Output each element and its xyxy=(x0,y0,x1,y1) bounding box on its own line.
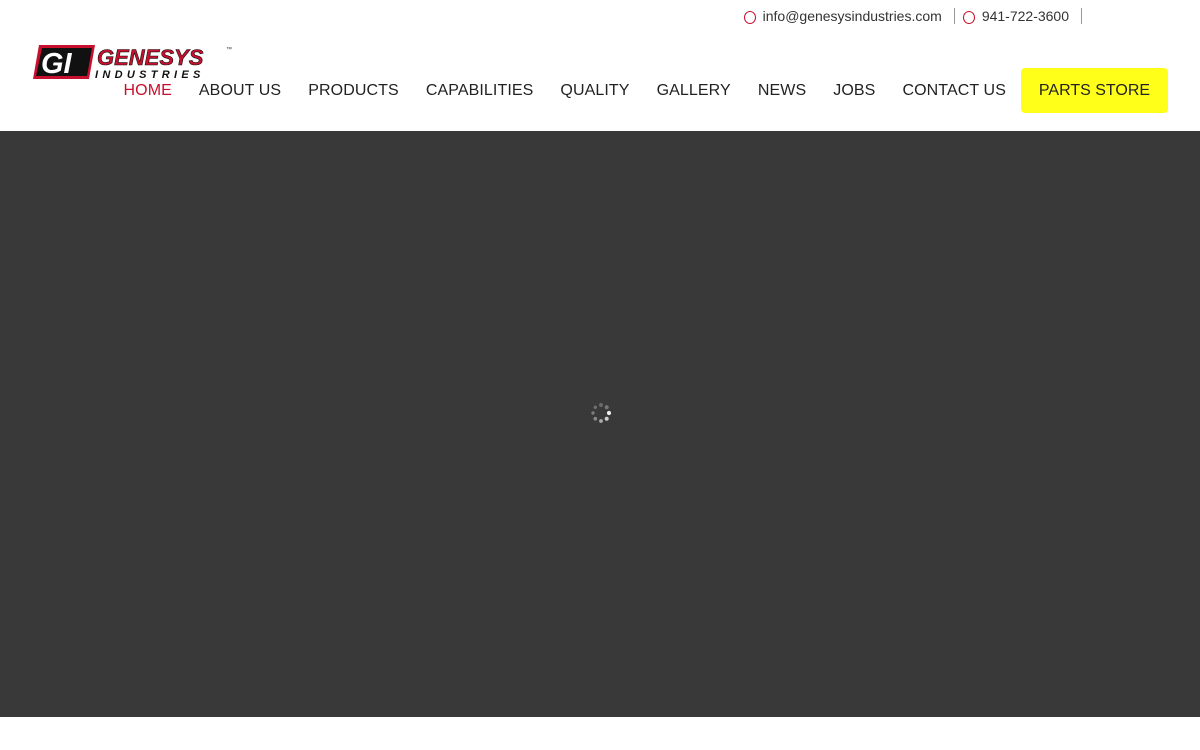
nav-about-us[interactable]: ABOUT US xyxy=(185,68,294,113)
contact-divider xyxy=(953,8,955,24)
nav-home[interactable]: HOME xyxy=(110,68,185,113)
phone-text: 941-722-3600 xyxy=(981,8,1069,24)
logo-name: GENESYS xyxy=(97,45,204,70)
nav-capabilities[interactable]: CAPABILITIES xyxy=(412,68,547,113)
parts-store-button[interactable]: PARTS STORE xyxy=(1021,68,1168,113)
nav-quality[interactable]: QUALITY xyxy=(547,68,643,113)
contact-divider xyxy=(1081,8,1082,24)
logo-trademark: ™ xyxy=(226,46,232,53)
phone-icon xyxy=(962,10,975,24)
top-contact-bar: info@genesysindustries.com 941-722-3600 xyxy=(743,6,1200,26)
page: GI GENESYS ™ INDUSTRIES info@genesysindu… xyxy=(0,0,1200,750)
nav-contact-us[interactable]: CONTACT US xyxy=(889,68,1020,113)
nav-gallery[interactable]: GALLERY xyxy=(643,68,744,113)
envelope-icon xyxy=(743,10,756,24)
main-nav: HOME ABOUT US PRODUCTS CAPABILITIES QUAL… xyxy=(110,68,1019,113)
spinner-icon xyxy=(591,403,612,423)
nav-jobs[interactable]: JOBS xyxy=(820,68,889,113)
phone-link[interactable]: 941-722-3600 xyxy=(962,6,1081,26)
nav-news[interactable]: NEWS xyxy=(744,68,819,113)
email-link[interactable]: info@genesysindustries.com xyxy=(743,6,954,26)
email-text: info@genesysindustries.com xyxy=(762,8,942,24)
nav-products[interactable]: PRODUCTS xyxy=(295,68,413,113)
logo-initials: GI xyxy=(41,48,73,80)
site-header: GI GENESYS ™ INDUSTRIES info@genesysindu… xyxy=(0,0,1200,131)
